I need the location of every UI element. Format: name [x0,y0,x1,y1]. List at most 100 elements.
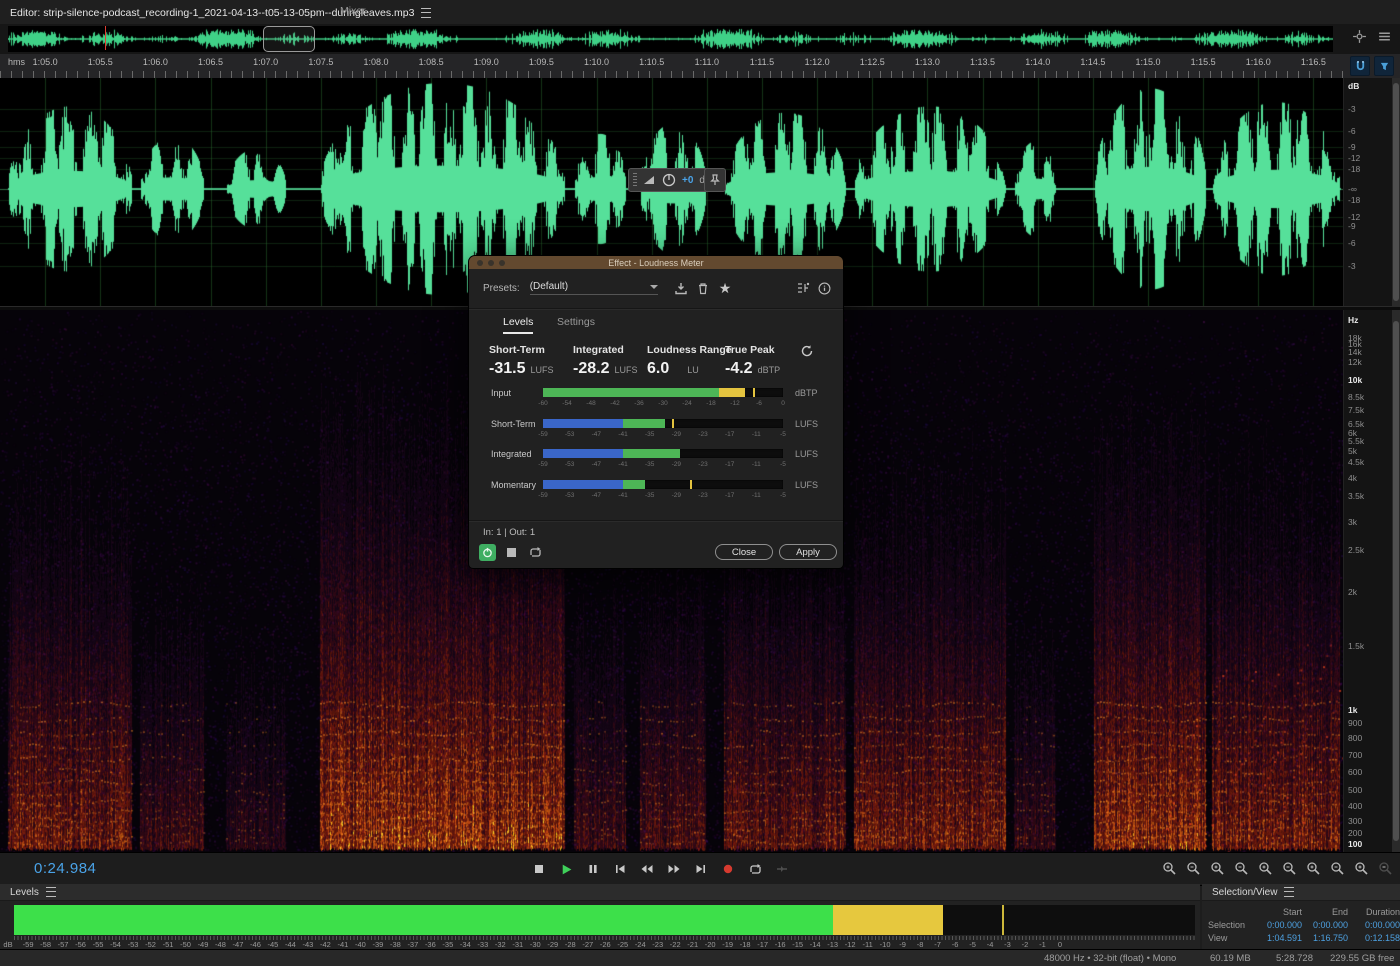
rewind-button[interactable] [638,860,656,878]
tab-mixer[interactable]: Mixer [340,5,366,17]
favorite-star-icon[interactable]: ★ [719,280,732,297]
meter-scale-tick: -29 [672,492,681,499]
stop-button[interactable] [530,860,548,878]
level-meter[interactable] [14,905,1195,935]
level-scale-label: -4 [987,940,994,949]
apply-button[interactable]: Apply [779,544,837,560]
window-control-dots[interactable] [477,260,505,266]
tab-levels[interactable]: Levels [503,316,533,334]
loop-playback-button[interactable] [746,860,764,878]
pause-button[interactable] [584,860,602,878]
timeline-ruler[interactable]: hms 1:05.01:05.51:06.01:06.51:07.01:07.5… [0,54,1400,79]
levels-panel-menu-icon[interactable] [46,887,56,897]
meter-bar-input[interactable] [543,388,783,397]
selection-view-menu-icon[interactable] [1284,887,1294,897]
meter-bar-momentary[interactable] [543,480,783,489]
amplitude-scale[interactable]: dB-3-6-9-12-18-∞-18-12-9-6-3 [1343,78,1393,306]
hud-pin-button[interactable] [704,168,726,192]
overview-menu-icon[interactable] [1377,29,1392,44]
preset-dropdown[interactable]: (Default) [530,281,658,295]
presets-label: Presets: [483,283,520,294]
status-bar: 48000 Hz • 32-bit (float) • Mono 60.19 M… [0,949,1400,966]
zoom-in-amplitude-button[interactable] [1161,860,1178,877]
meter-scale-tick: -18 [706,400,715,407]
vertical-scrollbar-2[interactable] [1392,310,1400,852]
tab-settings[interactable]: Settings [557,316,595,328]
meter-bar-short-term[interactable] [543,419,783,428]
zoom-out-amplitude-button[interactable] [1185,860,1202,877]
play-button[interactable] [557,860,575,878]
sv-value[interactable]: 1:04.591 [1254,933,1302,943]
panel-menu-icon[interactable] [421,8,431,18]
amplitude-scale-label: -18 [1348,164,1360,174]
effect-stop-button[interactable] [505,546,518,559]
level-scale-label: -30 [530,940,541,949]
level-scale-label: -54 [110,940,121,949]
meter-bar-integrated[interactable] [543,449,783,458]
level-scale-label: -58 [40,940,51,949]
meter-scale-tick: -54 [562,400,571,407]
zoom-out-time-button[interactable] [1233,860,1250,877]
meter-scale-tick: -17 [725,461,734,468]
tab-editor[interactable]: Editor: strip-silence-podcast_recording-… [8,4,435,25]
current-time-display[interactable]: 0:24.984 [34,860,96,877]
hud-grip-icon[interactable] [633,173,637,187]
ruler-ticks [0,71,1343,78]
meter-unit-label: dBTP [795,388,818,398]
overview-playhead [105,26,106,50]
vertical-scrollbar[interactable] [1392,78,1400,306]
frequency-scale-label: 2.5k [1348,545,1364,555]
ruler-tick-label: 1:13.0 [915,57,940,67]
frequency-scale-label: 700 [1348,750,1362,760]
meter-scale-tick: -17 [725,492,734,499]
effect-power-toggle[interactable] [479,544,496,561]
gain-knob-icon[interactable] [662,173,676,187]
meter-scale-tick: -47 [592,492,601,499]
zoom-in-time-button[interactable] [1209,860,1226,877]
sv-value[interactable]: 1:16.750 [1302,933,1348,943]
close-button[interactable]: Close [715,544,773,560]
sv-value[interactable]: 0:00.000 [1254,920,1302,930]
sv-value[interactable]: 0:12.158 [1348,933,1400,943]
save-preset-button[interactable] [674,282,688,295]
meter-scale-tick: -12 [730,400,739,407]
hud-gain-value[interactable]: +0 [682,175,693,186]
level-scale-label: -48 [215,940,226,949]
pan-crosshair-icon[interactable] [1352,29,1367,44]
sv-value[interactable]: 0:00.000 [1302,920,1348,930]
level-scale-label: -24 [635,940,646,949]
amplitude-scale-label: -3 [1348,261,1356,271]
info-icon[interactable] [818,282,831,295]
meter-scale-tick: 0 [781,400,785,407]
delete-preset-button[interactable] [697,282,709,295]
frequency-scale-label: 5.5k [1348,436,1364,446]
snap-magnet-button[interactable] [1350,56,1370,76]
level-scale-label: -29 [547,940,558,949]
record-button[interactable] [719,860,737,878]
overview-waveform-canvas[interactable] [8,26,1333,52]
skip-to-start-button[interactable] [611,860,629,878]
frequency-scale-label: 8.5k [1348,392,1364,402]
frequency-scale-label: 4k [1348,473,1357,483]
level-scale-label: -32 [495,940,506,949]
skip-to-end-button[interactable] [692,860,710,878]
frequency-scale[interactable]: Hz18k16k14k12k10k8.5k7.5k6.5k6k5.5k5k4.5… [1343,310,1393,852]
frequency-scale-label: 5k [1348,446,1357,456]
meter-scale-tick: -29 [672,461,681,468]
zoom-out-right-edge-button[interactable] [1305,860,1322,877]
zoom-in-left-edge-button[interactable] [1281,860,1298,877]
ruler-tick-label: 1:16.5 [1301,57,1326,67]
level-scale-label: -13 [827,940,838,949]
effect-loop-button[interactable] [527,544,544,561]
zoom-reset-button[interactable] [1353,860,1370,877]
dialog-titlebar[interactable]: Effect - Loudness Meter [469,256,843,269]
fast-forward-button[interactable] [665,860,683,878]
zoom-navigate-button[interactable] [1257,860,1274,877]
level-scale-label: -33 [477,940,488,949]
overview-view-region[interactable] [263,26,315,52]
channel-map-button[interactable] [796,282,810,294]
reset-stats-button[interactable] [800,344,814,363]
zoom-to-selection-button[interactable] [1329,860,1346,877]
sv-value[interactable]: 0:00.000 [1348,920,1400,930]
marker-filter-button[interactable] [1374,56,1394,76]
